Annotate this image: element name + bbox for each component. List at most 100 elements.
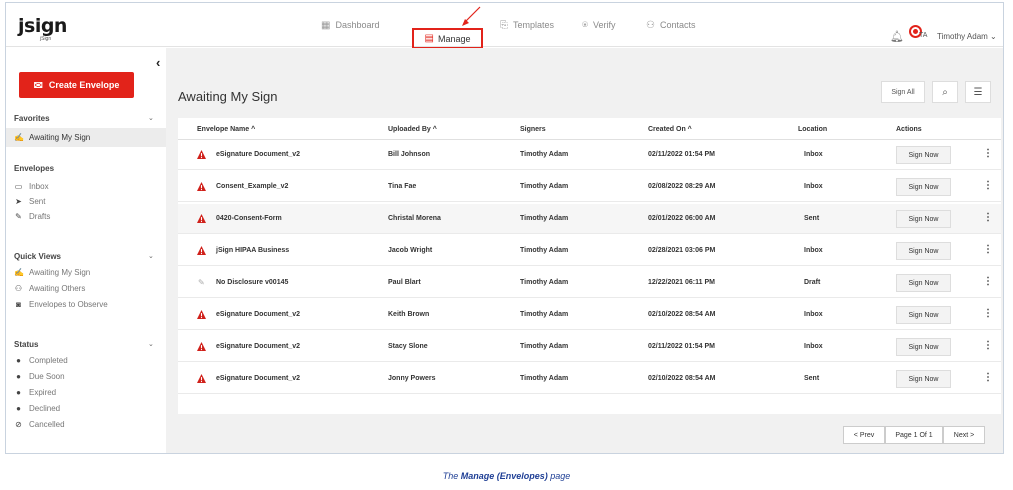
sidebar-item-awaiting-others[interactable]: ⚇ Awaiting Others bbox=[14, 284, 85, 293]
sign-all-button[interactable]: Sign All bbox=[881, 81, 925, 103]
prev-page-button[interactable]: < Prev bbox=[843, 426, 885, 444]
sign-now-button[interactable]: Sign Now bbox=[896, 370, 951, 388]
sign-now-button[interactable]: Sign Now bbox=[896, 274, 951, 292]
draft-icon: ✎ bbox=[15, 212, 22, 221]
sidebar-item-sent[interactable]: ➤ Sent bbox=[14, 197, 45, 206]
cell-envelope-name[interactable]: Consent_Example_v2 bbox=[216, 183, 288, 190]
sign-now-button[interactable]: Sign Now bbox=[896, 338, 951, 356]
table-row[interactable]: Consent_Example_v2 Tina Fae Timothy Adam 02… bbox=[178, 172, 1001, 202]
inbox-icon: ▭ bbox=[14, 182, 23, 191]
search-icon: ⌕ bbox=[942, 86, 948, 98]
avatar-initials: TA bbox=[919, 32, 928, 39]
col-uploaded-by[interactable]: Uploaded By ^ bbox=[388, 126, 437, 133]
nav-dashboard[interactable]: ▦ Dashboard bbox=[321, 3, 379, 47]
cell-envelope-name[interactable]: eSignature Document_v2 bbox=[216, 343, 300, 350]
more-options-icon[interactable]: ⋮ bbox=[983, 180, 993, 191]
more-options-icon[interactable]: ⋮ bbox=[983, 212, 993, 223]
cell-envelope-name[interactable]: eSignature Document_v2 bbox=[216, 151, 300, 158]
cell-uploaded-by: Paul Blart bbox=[388, 279, 421, 286]
template-icon: ⎘ bbox=[500, 19, 508, 31]
sign-now-button[interactable]: Sign Now bbox=[896, 178, 951, 196]
sign-now-button[interactable]: Sign Now bbox=[896, 210, 951, 228]
table-row[interactable]: ✎ No Disclosure v00145 Paul Blart Timothy A… bbox=[178, 268, 1001, 298]
table-row[interactable]: eSignature Document_v2 Stacy Slone Timothy… bbox=[178, 332, 1001, 362]
cell-envelope-name[interactable]: eSignature Document_v2 bbox=[216, 375, 300, 382]
sidebar-item-envelopes-to-observe[interactable]: ◙ Envelopes to Observe bbox=[14, 300, 108, 309]
sign-now-button[interactable]: Sign Now bbox=[896, 146, 951, 164]
sidebar-item-expired[interactable]: ● Expired bbox=[14, 388, 56, 397]
alert-circle-icon: ● bbox=[16, 388, 21, 397]
sidebar-item-drafts[interactable]: ✎ Drafts bbox=[14, 212, 50, 221]
table-row[interactable]: eSignature Document_v2 Keith Brown Timothy… bbox=[178, 300, 1001, 330]
chevron-down-icon[interactable]: ⌄ bbox=[148, 340, 154, 348]
cell-signers: Timothy Adam bbox=[520, 311, 569, 318]
cell-location: Inbox bbox=[804, 311, 823, 318]
cell-envelope-name[interactable]: No Disclosure v00145 bbox=[216, 279, 288, 286]
cell-created-on: 02/11/2022 01:54 PM bbox=[648, 151, 715, 158]
cell-envelope-name[interactable]: eSignature Document_v2 bbox=[216, 311, 300, 318]
annotation-arrow-icon bbox=[462, 6, 481, 26]
grid-icon: ▦ bbox=[321, 19, 331, 31]
cell-uploaded-by: Bill Johnson bbox=[388, 151, 430, 158]
nav-dashboard-label: Dashboard bbox=[335, 20, 380, 30]
user-menu[interactable]: Timothy Adam ⌄ bbox=[937, 32, 997, 41]
sidebar-item-quick-awaiting-my-sign[interactable]: ✍ Awaiting My Sign bbox=[14, 268, 90, 277]
col-envelope-name[interactable]: Envelope Name ^ bbox=[197, 126, 255, 133]
cell-signers: Timothy Adam bbox=[520, 375, 569, 382]
sidebar-item-favorite-awaiting-my-sign[interactable]: ✍ Awaiting My Sign bbox=[14, 133, 90, 142]
favorites-title: Favorites bbox=[14, 114, 50, 123]
sign-now-button[interactable]: Sign Now bbox=[896, 242, 951, 260]
sign-now-button[interactable]: Sign Now bbox=[896, 306, 951, 324]
cell-created-on: 02/10/2022 08:54 AM bbox=[648, 311, 716, 318]
col-signers: Signers bbox=[520, 126, 546, 133]
filter-button[interactable]: ☰ bbox=[965, 81, 991, 103]
create-envelope-button[interactable]: ✉ Create Envelope bbox=[19, 72, 134, 98]
cell-location: Sent bbox=[804, 375, 820, 382]
cell-uploaded-by: Jacob Wright bbox=[388, 247, 433, 254]
search-button[interactable]: ⌕ bbox=[932, 81, 958, 103]
sidebar-item-label: Declined bbox=[29, 404, 61, 413]
nav-contacts[interactable]: ⚇ Contacts bbox=[646, 3, 696, 47]
sidebar-item-label: Expired bbox=[29, 388, 57, 397]
table-row[interactable]: eSignature Document_v2 Bill Johnson Timoth… bbox=[178, 140, 1001, 170]
chevron-down-icon[interactable]: ⌄ bbox=[148, 114, 154, 122]
cell-signers: Timothy Adam bbox=[520, 215, 569, 222]
more-options-icon[interactable]: ⋮ bbox=[983, 244, 993, 255]
sidebar-item-label: Envelopes to Observe bbox=[29, 300, 108, 309]
more-options-icon[interactable]: ⋮ bbox=[983, 148, 993, 159]
table-row[interactable]: eSignature Document_v2 Jonny Powers Timoth… bbox=[178, 364, 1001, 394]
collapse-sidebar-icon[interactable]: ‹ bbox=[156, 55, 160, 70]
col-created-on[interactable]: Created On ^ bbox=[648, 126, 692, 133]
document-icon: ▤ bbox=[424, 33, 434, 44]
nav-manage[interactable]: ▤ Manage bbox=[412, 28, 483, 49]
sidebar-item-declined[interactable]: ● Declined bbox=[14, 404, 60, 413]
page-title: Awaiting My Sign bbox=[178, 89, 278, 104]
sidebar-item-due-soon[interactable]: ● Due Soon bbox=[14, 372, 65, 381]
more-options-icon[interactable]: ⋮ bbox=[983, 340, 993, 351]
app-window: jsign jSign ▦ Dashboard ▤ Manage ⎘ Templ… bbox=[5, 2, 1004, 454]
jsign-logo[interactable]: jsign bbox=[18, 15, 67, 37]
avatar[interactable]: TA bbox=[909, 25, 931, 45]
sidebar-item-cancelled[interactable]: ⊘ Cancelled bbox=[14, 420, 64, 429]
cell-envelope-name[interactable]: jSign HIPAA Business bbox=[216, 247, 289, 254]
filter-icon: ☰ bbox=[973, 86, 983, 98]
sidebar-item-completed[interactable]: ● Completed bbox=[14, 356, 68, 365]
nav-templates[interactable]: ⎘ Templates bbox=[500, 3, 554, 47]
sidebar-item-inbox[interactable]: ▭ Inbox bbox=[14, 182, 49, 191]
more-options-icon[interactable]: ⋮ bbox=[983, 372, 993, 383]
table-row[interactable]: 0420-Consent-Form Christal Morena Timothy … bbox=[178, 204, 1001, 234]
table-row[interactable]: jSign HIPAA Business Jacob Wright Timothy … bbox=[178, 236, 1001, 266]
more-options-icon[interactable]: ⋮ bbox=[983, 308, 993, 319]
chevron-down-icon[interactable]: ⌄ bbox=[148, 252, 154, 260]
observe-icon: ◙ bbox=[16, 300, 21, 309]
contacts-icon: ⚇ bbox=[646, 19, 655, 31]
warning-icon bbox=[197, 246, 206, 255]
status-title: Status bbox=[14, 340, 39, 349]
cell-envelope-name[interactable]: 0420-Consent-Form bbox=[216, 215, 282, 222]
bell-icon[interactable]: 🔔︎ bbox=[890, 30, 904, 43]
nav-verify[interactable]: ⍟ Verify bbox=[582, 3, 616, 47]
cell-uploaded-by: Christal Morena bbox=[388, 215, 441, 222]
caption-bold: Manage (Envelopes) bbox=[460, 471, 548, 481]
next-page-button[interactable]: Next > bbox=[943, 426, 985, 444]
more-options-icon[interactable]: ⋮ bbox=[983, 276, 993, 287]
